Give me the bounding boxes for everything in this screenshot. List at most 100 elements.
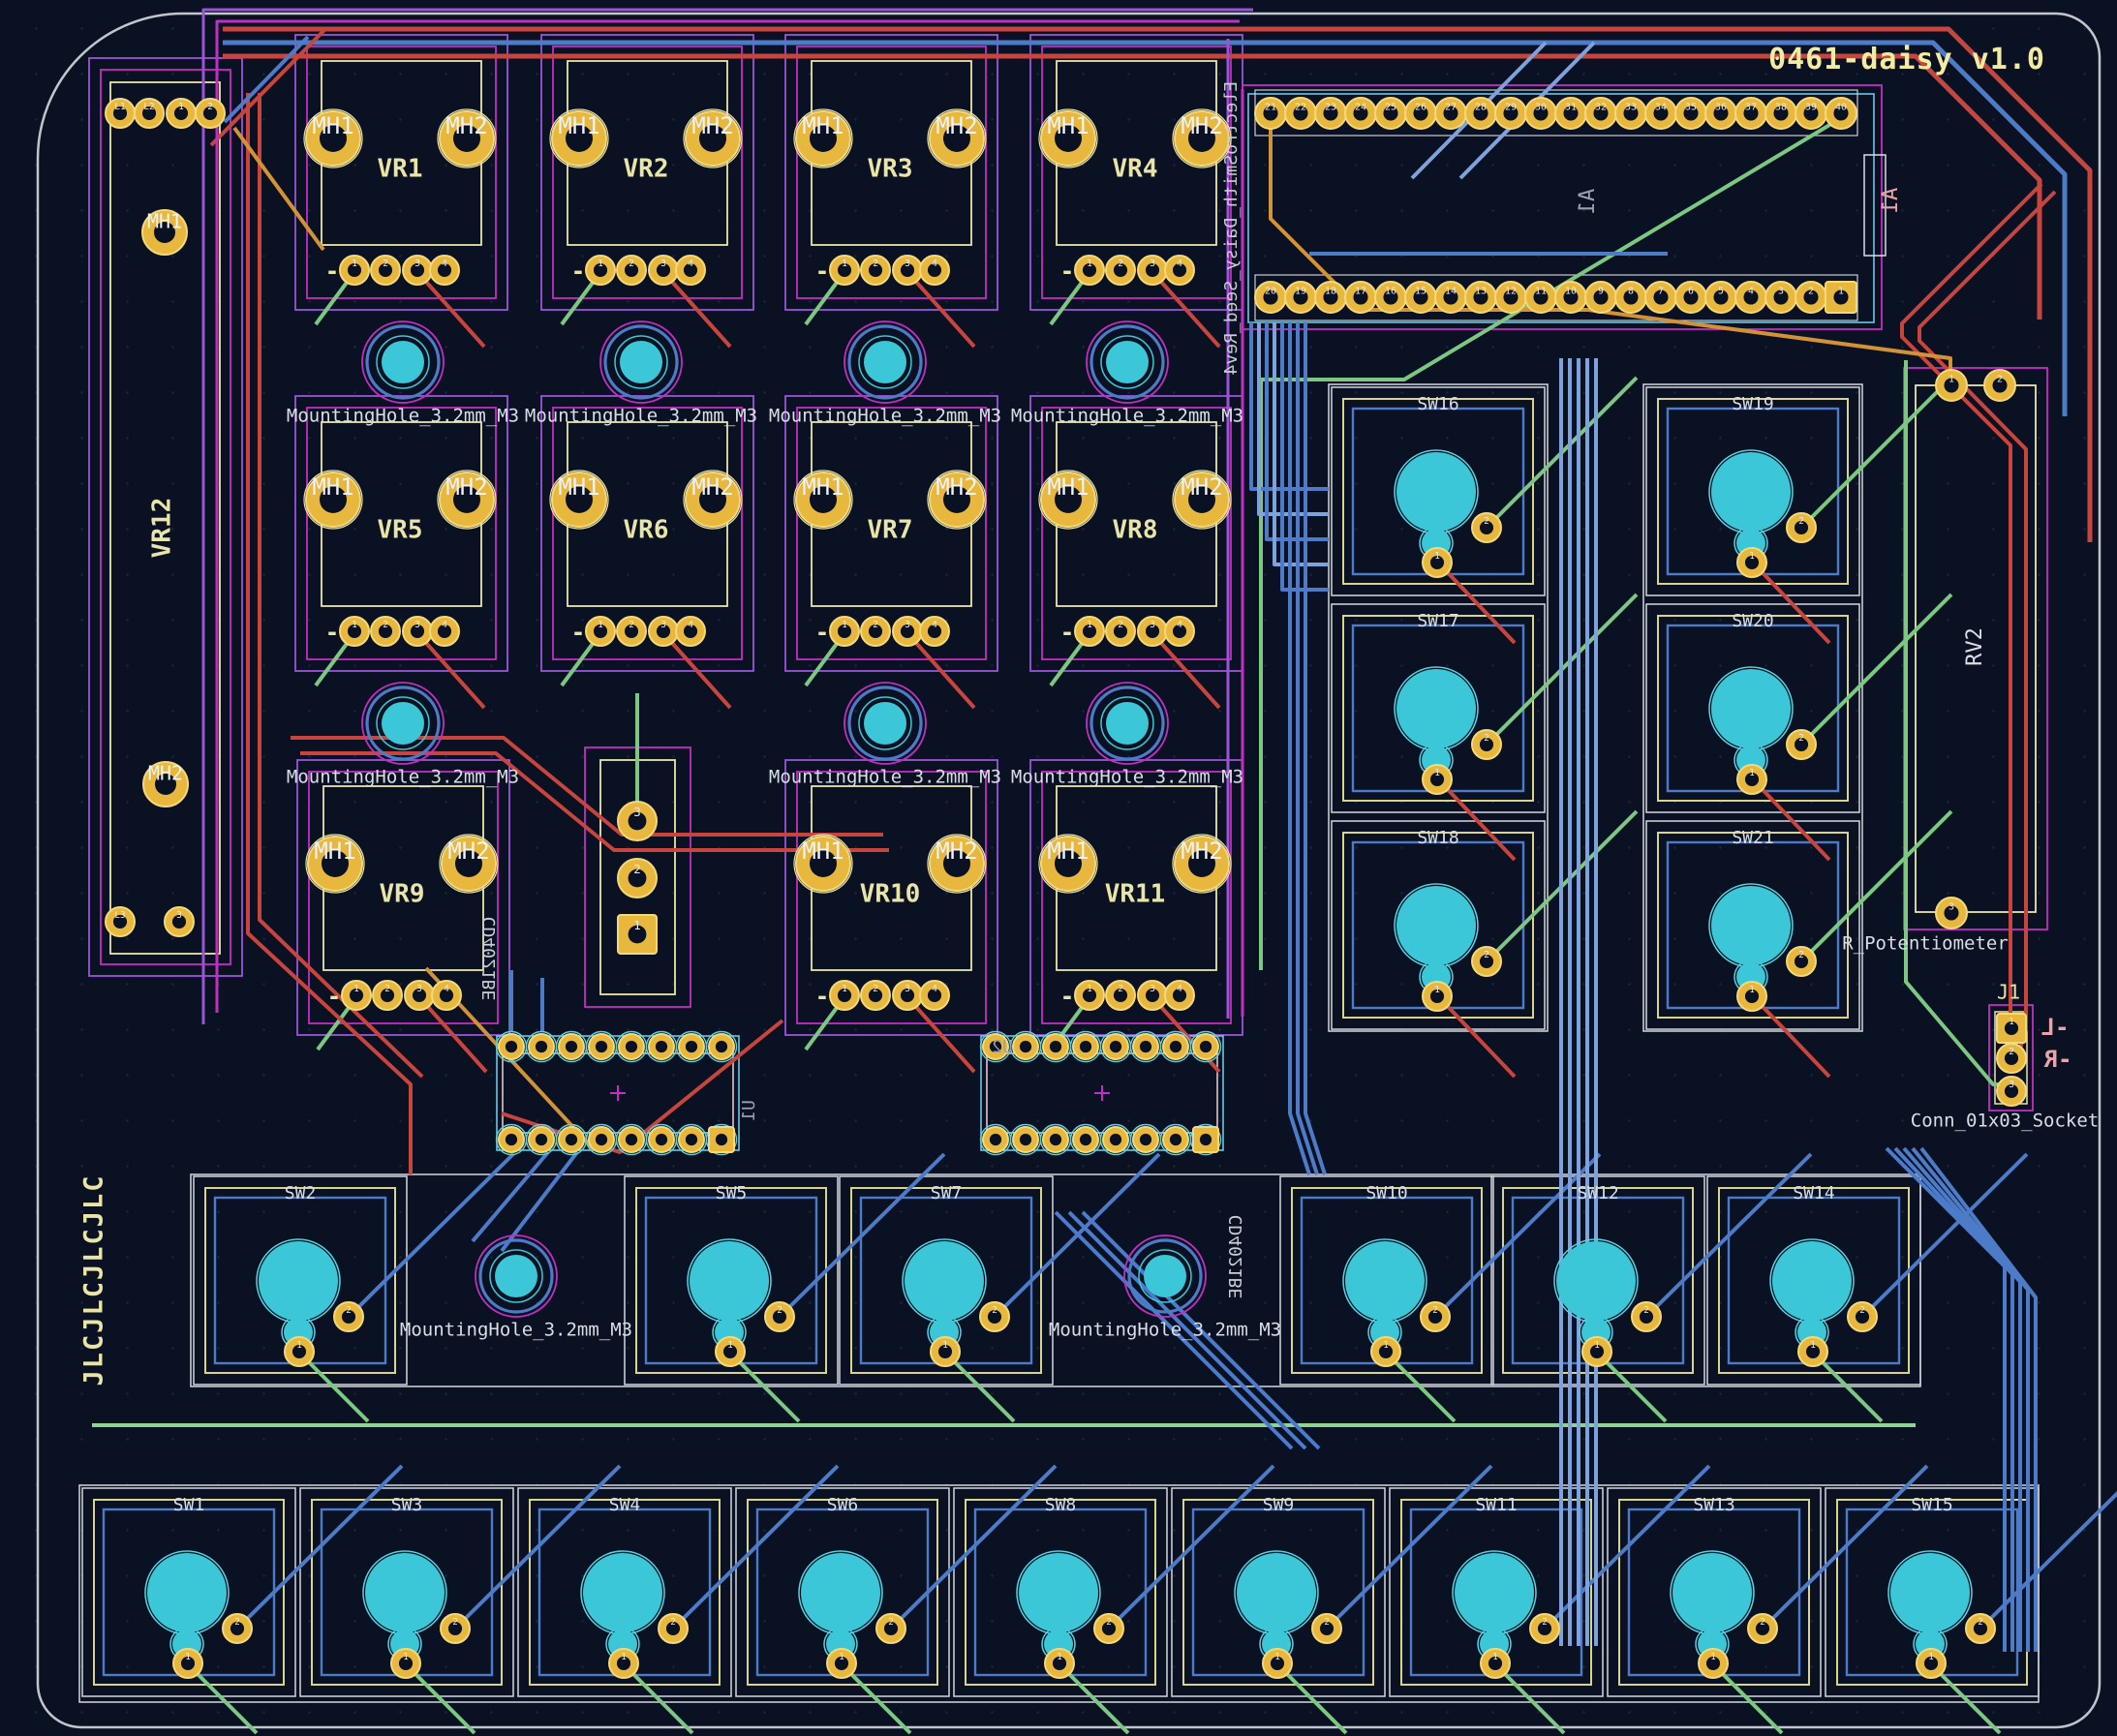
pad[interactable]: 2 — [441, 1614, 470, 1643]
pad[interactable]: 1 — [1075, 617, 1104, 646]
pad[interactable]: 1 — [1045, 1649, 1074, 1678]
fp-conn3-pads[interactable]: 321 — [618, 802, 657, 954]
fp-SW21-pads[interactable]: 12SW21 — [1709, 828, 1816, 1011]
pad[interactable]: 2 — [861, 256, 890, 285]
pad[interactable] — [1161, 1032, 1191, 1062]
pad[interactable]: 4 — [1165, 981, 1194, 1010]
pad[interactable]: 1 — [1263, 1649, 1292, 1678]
pad[interactable]: 13 — [1465, 282, 1496, 313]
pad[interactable]: 27 — [1435, 98, 1466, 129]
pad[interactable]: 2 — [1312, 1614, 1341, 1643]
fp-VR3-pads[interactable]: MH1MH2VR31234- — [794, 109, 986, 285]
pad[interactable]: 1 — [1737, 982, 1766, 1011]
pad[interactable]: 3 — [1765, 282, 1796, 313]
fp-SW17-pads[interactable]: 12SW17 — [1395, 611, 1501, 794]
fp-VR6-pads[interactable]: MH1MH2VR61234- — [550, 471, 742, 646]
pad[interactable]: 2 — [1472, 513, 1501, 542]
pad[interactable] — [677, 1032, 707, 1062]
pad[interactable]: 3 — [1997, 1077, 2026, 1106]
pad[interactable]: 2 — [659, 1614, 688, 1643]
pad[interactable]: 1 — [173, 1649, 202, 1678]
pad[interactable] — [707, 1125, 737, 1155]
pad[interactable]: L3 — [106, 907, 135, 936]
pad[interactable]: 2 — [1472, 947, 1501, 976]
pad[interactable]: 39 — [1795, 98, 1826, 129]
pad[interactable]: 1 — [1997, 1014, 2026, 1043]
pad[interactable]: 2 — [334, 1302, 363, 1331]
pad[interactable]: 38 — [1765, 98, 1796, 129]
trace[interactable] — [1305, 322, 1325, 1174]
fp-SW15-pads[interactable]: 12SW15 — [1888, 1495, 1995, 1678]
mounting-hole[interactable]: MountingHole_3.2mm_M3 — [287, 321, 519, 427]
pad[interactable]: 16 — [1375, 282, 1406, 313]
fp-SW10-pads[interactable]: 12SW10 — [1343, 1183, 1450, 1366]
pad[interactable]: 2 — [1795, 282, 1826, 313]
pad[interactable]: 40 — [1826, 98, 1856, 129]
pad[interactable]: 4 — [1165, 256, 1194, 285]
pad[interactable]: 2 — [196, 99, 225, 128]
trace[interactable] — [1902, 184, 2041, 1022]
fp-SW18-pads[interactable]: 12SW18 — [1395, 828, 1501, 1011]
fp-A1-pads[interactable]: 2122232425262728293031323334353637383940… — [1221, 81, 1903, 375]
pad[interactable] — [527, 1032, 557, 1062]
pad[interactable]: L1 — [106, 99, 135, 128]
fp-SW7-pads[interactable]: 12SW7 — [903, 1183, 1009, 1366]
pad[interactable]: 6 — [1675, 282, 1706, 313]
fp-SW2-pads[interactable]: 12SW2 — [257, 1183, 363, 1366]
pad[interactable] — [617, 1032, 647, 1062]
trace[interactable] — [473, 1152, 548, 1241]
pad[interactable] — [557, 1125, 587, 1155]
pad[interactable]: 2 — [371, 256, 400, 285]
pad[interactable]: 8 — [1615, 282, 1646, 313]
pad[interactable]: 28 — [1465, 98, 1496, 129]
pad[interactable]: 3 — [649, 256, 678, 285]
pad[interactable]: 1 — [1075, 981, 1104, 1010]
pad[interactable]: 37 — [1735, 98, 1766, 129]
pad[interactable]: 1 — [827, 1649, 856, 1678]
fp-SW14-pads[interactable]: 12SW14 — [1770, 1183, 1877, 1366]
pad[interactable]: 3 — [1138, 981, 1167, 1010]
pad[interactable]: 1 — [830, 981, 859, 1010]
fp-SW4-pads[interactable]: 12SW4 — [581, 1495, 688, 1678]
pad[interactable]: 2 — [1848, 1302, 1877, 1331]
pad[interactable]: 19 — [1285, 282, 1316, 313]
pad[interactable]: 33 — [1615, 98, 1646, 129]
fp-VR10-pads[interactable]: MH1MH2VR101234- — [794, 835, 986, 1010]
pad[interactable]: 1 — [609, 1649, 638, 1678]
pad[interactable]: 1 — [716, 1337, 745, 1366]
pad[interactable]: 2 — [861, 981, 890, 1010]
pad[interactable]: 2 — [1787, 947, 1816, 976]
pad[interactable]: 2 — [1966, 1614, 1995, 1643]
pad[interactable]: 3 — [1936, 898, 1967, 929]
pad[interactable]: 2 — [1787, 730, 1816, 759]
pad[interactable]: 1 — [1371, 1337, 1400, 1366]
pad[interactable]: 4 — [430, 256, 459, 285]
pad[interactable]: 1 — [1481, 1649, 1510, 1678]
pad[interactable] — [1191, 1125, 1221, 1155]
pad[interactable]: 22 — [1285, 98, 1316, 129]
pad[interactable]: 30 — [1525, 98, 1556, 129]
pad[interactable] — [617, 1125, 647, 1155]
pad[interactable]: 1 — [830, 617, 859, 646]
pad[interactable]: 4 — [676, 256, 705, 285]
pad[interactable]: 4 — [430, 617, 459, 646]
pad[interactable]: 2 — [876, 1614, 905, 1643]
pad[interactable]: 1 — [1699, 1649, 1728, 1678]
pad[interactable]: 1 — [1936, 370, 1967, 401]
pad[interactable] — [1131, 1032, 1161, 1062]
pad[interactable]: 1 — [1826, 282, 1856, 313]
pad[interactable]: 3 — [403, 256, 432, 285]
pad[interactable] — [1041, 1032, 1071, 1062]
trace[interactable] — [1801, 594, 1951, 745]
trace[interactable] — [1919, 192, 2055, 1055]
pad[interactable]: 1 — [167, 99, 196, 128]
pad[interactable]: 1 — [340, 617, 369, 646]
pad[interactable]: 2 — [1748, 1614, 1777, 1643]
pad[interactable] — [1161, 1125, 1191, 1155]
pad[interactable] — [1101, 1032, 1131, 1062]
pad[interactable] — [647, 1125, 677, 1155]
pad[interactable]: 25 — [1375, 98, 1406, 129]
pad[interactable]: 4 — [432, 981, 461, 1010]
pad[interactable] — [587, 1125, 617, 1155]
pad[interactable]: 15 — [1405, 282, 1436, 313]
